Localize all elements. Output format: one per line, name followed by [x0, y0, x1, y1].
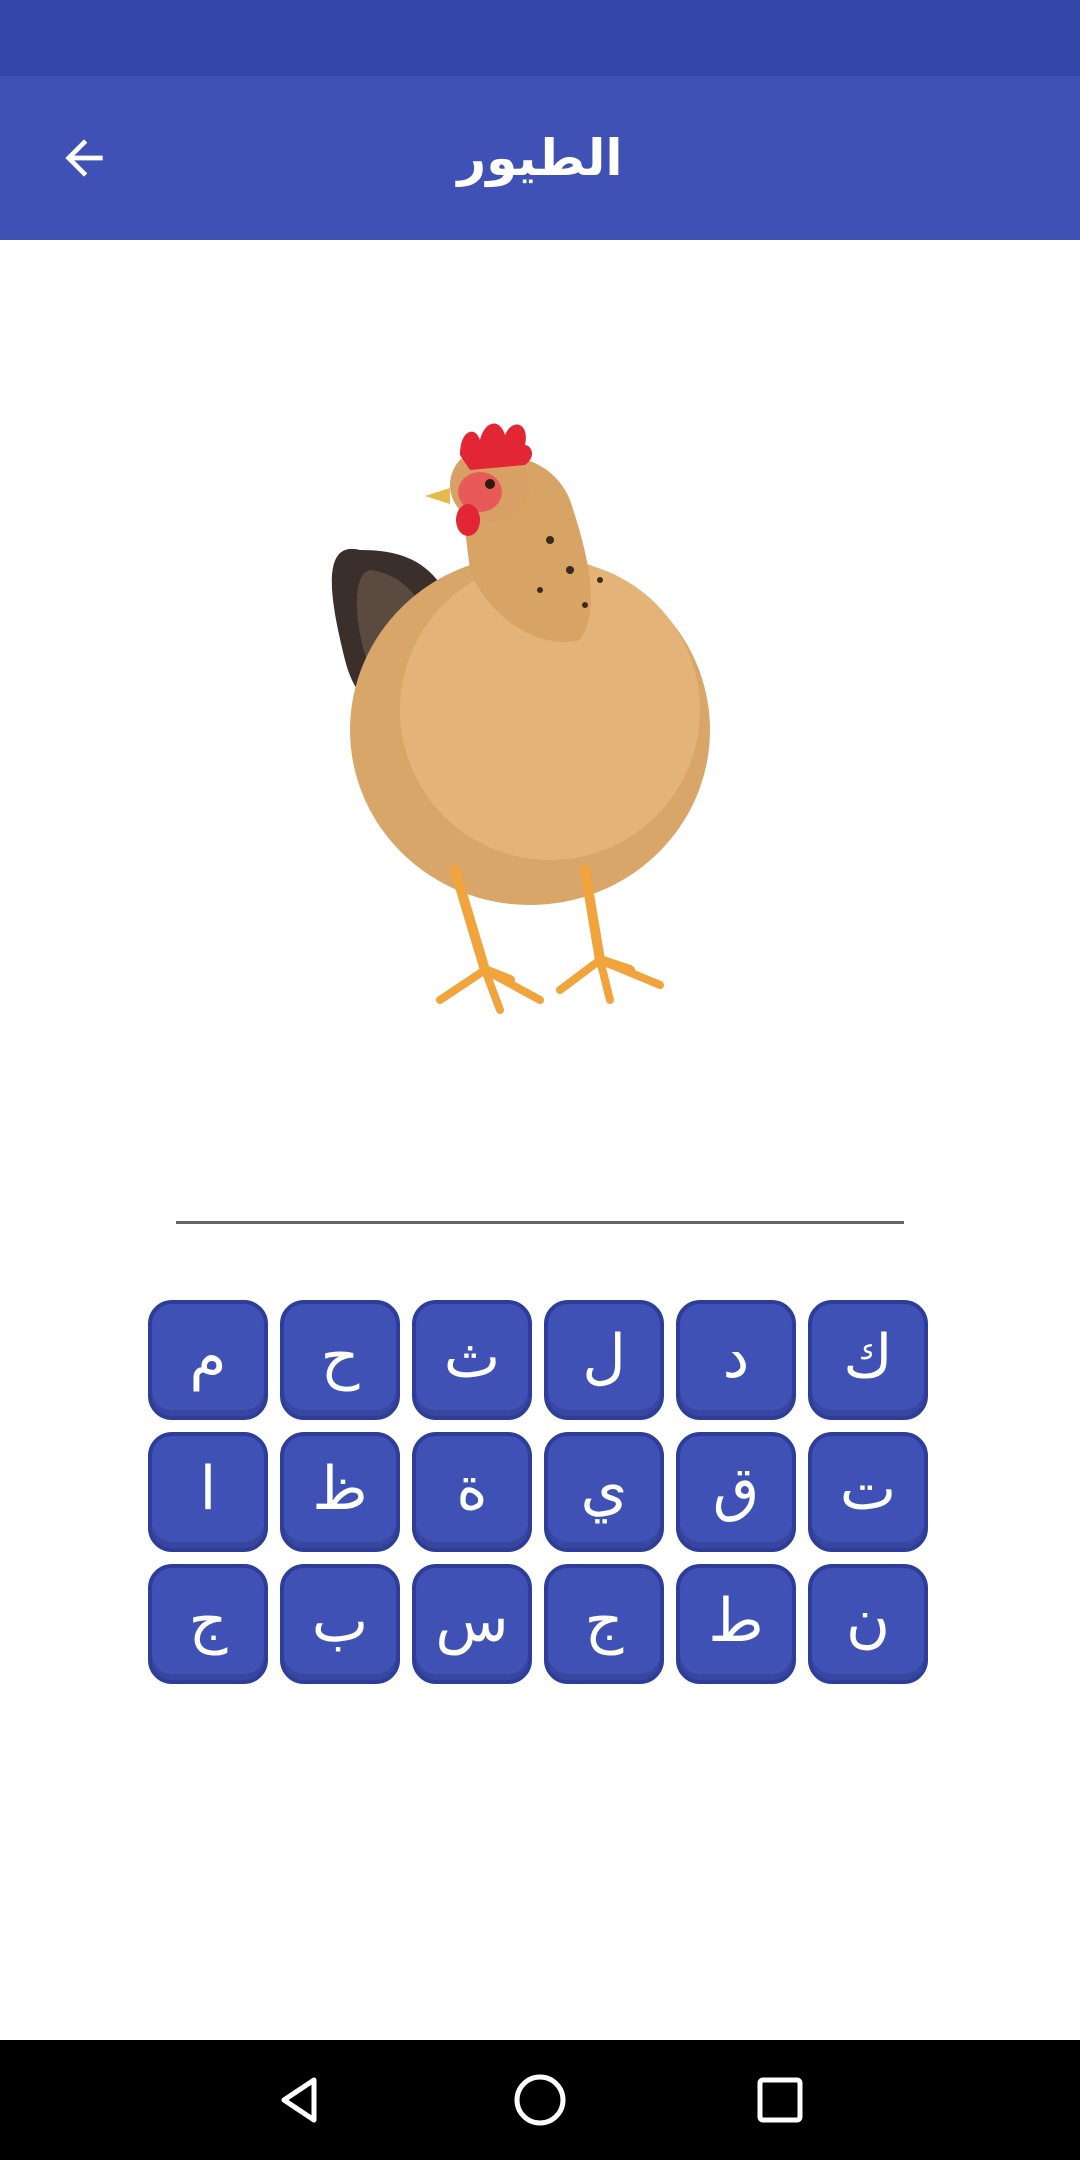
page-title: الطيور — [457, 129, 623, 187]
letter-key[interactable]: س — [412, 1564, 532, 1684]
letter-key[interactable]: ث — [412, 1300, 532, 1420]
answer-field — [176, 1130, 904, 1216]
letter-key[interactable]: ل — [544, 1300, 664, 1420]
letter-key[interactable]: ة — [412, 1432, 532, 1552]
letter-key[interactable]: ب — [280, 1564, 400, 1684]
letter-key[interactable]: ك — [808, 1300, 928, 1420]
letter-key[interactable]: ا — [148, 1432, 268, 1552]
back-button[interactable] — [52, 126, 116, 190]
letter-keyboard: م ح ث ل د ك ا ظ ة ي ق ت ج ب س ج ط ن — [148, 1300, 934, 1684]
app-bar: الطيور — [0, 76, 1080, 240]
answer-underline — [176, 1221, 904, 1224]
quiz-image-chicken — [300, 400, 780, 1080]
letter-key[interactable]: ج — [148, 1564, 268, 1684]
triangle-back-icon — [281, 2077, 317, 2123]
letter-key[interactable]: ي — [544, 1432, 664, 1552]
nav-recents-button[interactable] — [720, 2040, 840, 2160]
circle-home-icon — [514, 2074, 566, 2126]
nav-home-button[interactable] — [480, 2040, 600, 2160]
letter-key[interactable]: ج — [544, 1564, 664, 1684]
letter-key[interactable]: ح — [280, 1300, 400, 1420]
square-recents-icon — [757, 2077, 803, 2123]
letter-key[interactable]: ط — [676, 1564, 796, 1684]
letter-key[interactable]: م — [148, 1300, 268, 1420]
letter-key[interactable]: د — [676, 1300, 796, 1420]
letter-key[interactable]: ت — [808, 1432, 928, 1552]
letter-key[interactable]: ق — [676, 1432, 796, 1552]
nav-back-button[interactable] — [240, 2040, 360, 2160]
arrow-back-icon — [65, 139, 103, 177]
system-nav-bar — [0, 2040, 1080, 2160]
letter-key[interactable]: ن — [808, 1564, 928, 1684]
status-bar — [0, 0, 1080, 76]
letter-key[interactable]: ظ — [280, 1432, 400, 1552]
